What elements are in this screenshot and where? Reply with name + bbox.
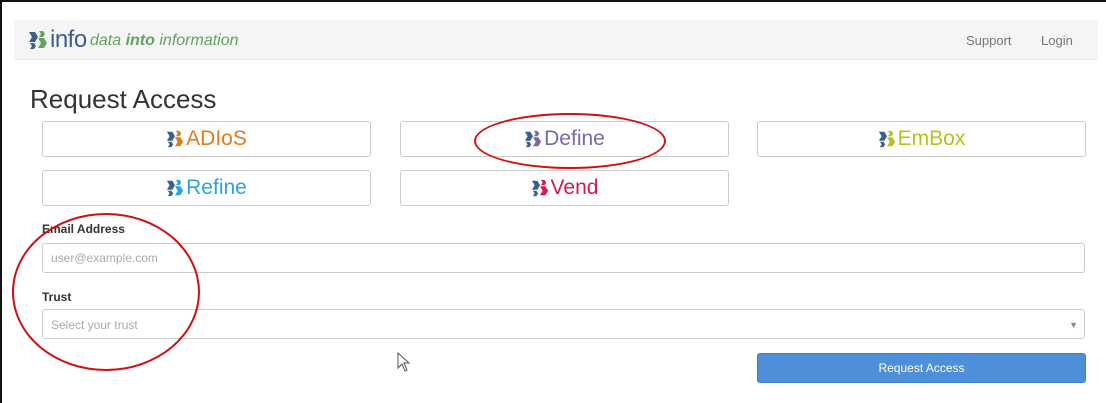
mouse-pointer-icon — [397, 352, 411, 372]
trust-label: Trust — [42, 290, 72, 304]
brand-name: info — [50, 26, 87, 53]
email-field[interactable] — [42, 243, 1085, 273]
tagline-part-3: information — [154, 32, 239, 49]
navbar: info data into information Support Login — [14, 20, 1098, 60]
trust-select-placeholder: Select your trust — [51, 318, 138, 332]
email-label: Email Address — [42, 222, 125, 236]
trust-select[interactable]: Select your trust ▼ — [42, 309, 1085, 339]
app-logo-icon — [167, 130, 184, 148]
app-logo-icon — [531, 179, 548, 197]
app-button-adios[interactable]: ADIoS — [42, 121, 371, 157]
tagline-part-1: data — [90, 32, 126, 49]
app-logo-icon — [525, 130, 542, 148]
app-name: Vend — [550, 176, 599, 199]
screenshot-border-left — [0, 0, 2, 403]
page-title: Request Access — [30, 84, 217, 114]
annotation-circle-form-fields — [12, 213, 200, 371]
app-name: Refine — [186, 176, 247, 199]
app-button-define[interactable]: Define — [400, 121, 729, 157]
screenshot-border-top — [0, 0, 1106, 2]
brand-logo[interactable]: info — [28, 26, 87, 54]
app-button-refine[interactable]: Refine — [42, 170, 371, 206]
nav-link-login[interactable]: Login — [1041, 33, 1073, 48]
app-name: EmBox — [897, 127, 966, 150]
logo-mark-icon — [29, 31, 47, 49]
request-access-button[interactable]: Request Access — [757, 353, 1086, 383]
app-name: Define — [544, 127, 605, 150]
brand-tagline: data into information — [90, 32, 239, 50]
app-button-embox[interactable]: EmBox — [757, 121, 1086, 157]
app-logo-icon — [878, 130, 895, 148]
nav-link-support[interactable]: Support — [966, 33, 1012, 48]
app-button-vend[interactable]: Vend — [400, 170, 729, 206]
app-logo-icon — [167, 179, 184, 197]
tagline-part-2: into — [125, 32, 155, 49]
app-name: ADIoS — [186, 127, 247, 150]
caret-down-icon: ▼ — [1069, 320, 1078, 330]
